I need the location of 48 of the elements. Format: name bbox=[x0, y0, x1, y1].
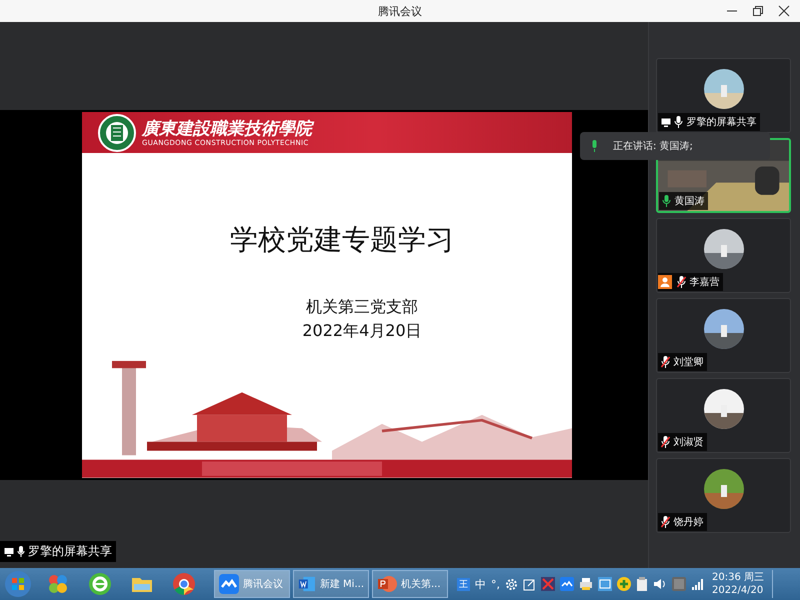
participant-tile[interactable]: 李嘉营 bbox=[656, 218, 792, 293]
participant-tile[interactable]: 罗擎的屏幕共享 bbox=[656, 58, 792, 133]
close-icon[interactable] bbox=[778, 5, 790, 17]
tray-app-icon[interactable] bbox=[541, 577, 555, 591]
microphone-icon bbox=[590, 140, 599, 152]
screen-share-icon bbox=[661, 118, 672, 126]
participant-name: 李嘉营 bbox=[689, 276, 720, 289]
word-app-icon bbox=[298, 574, 316, 594]
clock-date[interactable]: 2022/4/20 bbox=[712, 584, 764, 597]
window-title: 腾讯会议 bbox=[378, 4, 422, 18]
taskbar-button[interactable]: 新建 Mi... bbox=[293, 570, 369, 598]
powerpoint-app-icon bbox=[377, 574, 397, 594]
participant-name: 刘淑贤 bbox=[673, 436, 704, 449]
share-label-text: 罗擎的屏幕共享 bbox=[28, 543, 112, 560]
participant-name: 饶丹婷 bbox=[673, 516, 704, 529]
input-method-indicator[interactable]: 中 bbox=[475, 576, 486, 592]
input-method-indicator[interactable]: °, bbox=[491, 578, 500, 590]
participant-tile[interactable]: 刘堂卿 bbox=[656, 298, 792, 373]
participant-name: 黄国涛 bbox=[674, 194, 704, 208]
clipboard-icon[interactable] bbox=[636, 577, 648, 591]
screen-share-icon bbox=[4, 546, 14, 556]
participant-name: 罗擎的屏幕共享 bbox=[686, 116, 756, 129]
meeting-app-icon bbox=[219, 574, 239, 594]
printer-icon[interactable] bbox=[579, 577, 593, 591]
clock-time[interactable]: 20:36 周三 bbox=[712, 571, 764, 584]
user-icon bbox=[658, 275, 672, 289]
taskbar-button[interactable]: 机关第... bbox=[372, 570, 448, 598]
plus-icon[interactable] bbox=[617, 577, 631, 591]
slide-title: 学校党建专题学习 bbox=[230, 222, 454, 258]
volume-icon[interactable] bbox=[653, 578, 667, 590]
school-name: 廣東建設職業技術學院 bbox=[142, 118, 312, 139]
participant-tile[interactable]: 刘淑贤 bbox=[656, 378, 792, 453]
settings-icon[interactable] bbox=[505, 578, 518, 590]
start-button[interactable] bbox=[4, 570, 32, 598]
keyboard-icon[interactable] bbox=[598, 577, 612, 591]
browser-icon[interactable] bbox=[88, 572, 112, 596]
slide-date: 2022年4月20日 bbox=[302, 320, 422, 342]
input-method-indicator[interactable]: 王 bbox=[457, 578, 470, 590]
microphone-icon bbox=[17, 546, 25, 557]
chrome-icon[interactable] bbox=[172, 572, 196, 596]
participant-name: 刘堂卿 bbox=[673, 356, 704, 369]
network-signal-icon[interactable] bbox=[691, 578, 705, 590]
meeting-tray-icon[interactable] bbox=[560, 577, 574, 591]
app-icon[interactable] bbox=[46, 572, 70, 596]
external-link-icon[interactable] bbox=[523, 578, 536, 590]
restore-icon[interactable] bbox=[752, 5, 764, 17]
slide-subtitle: 机关第三党支部 bbox=[306, 296, 418, 318]
participant-tile[interactable]: 饶丹婷 bbox=[656, 458, 792, 533]
